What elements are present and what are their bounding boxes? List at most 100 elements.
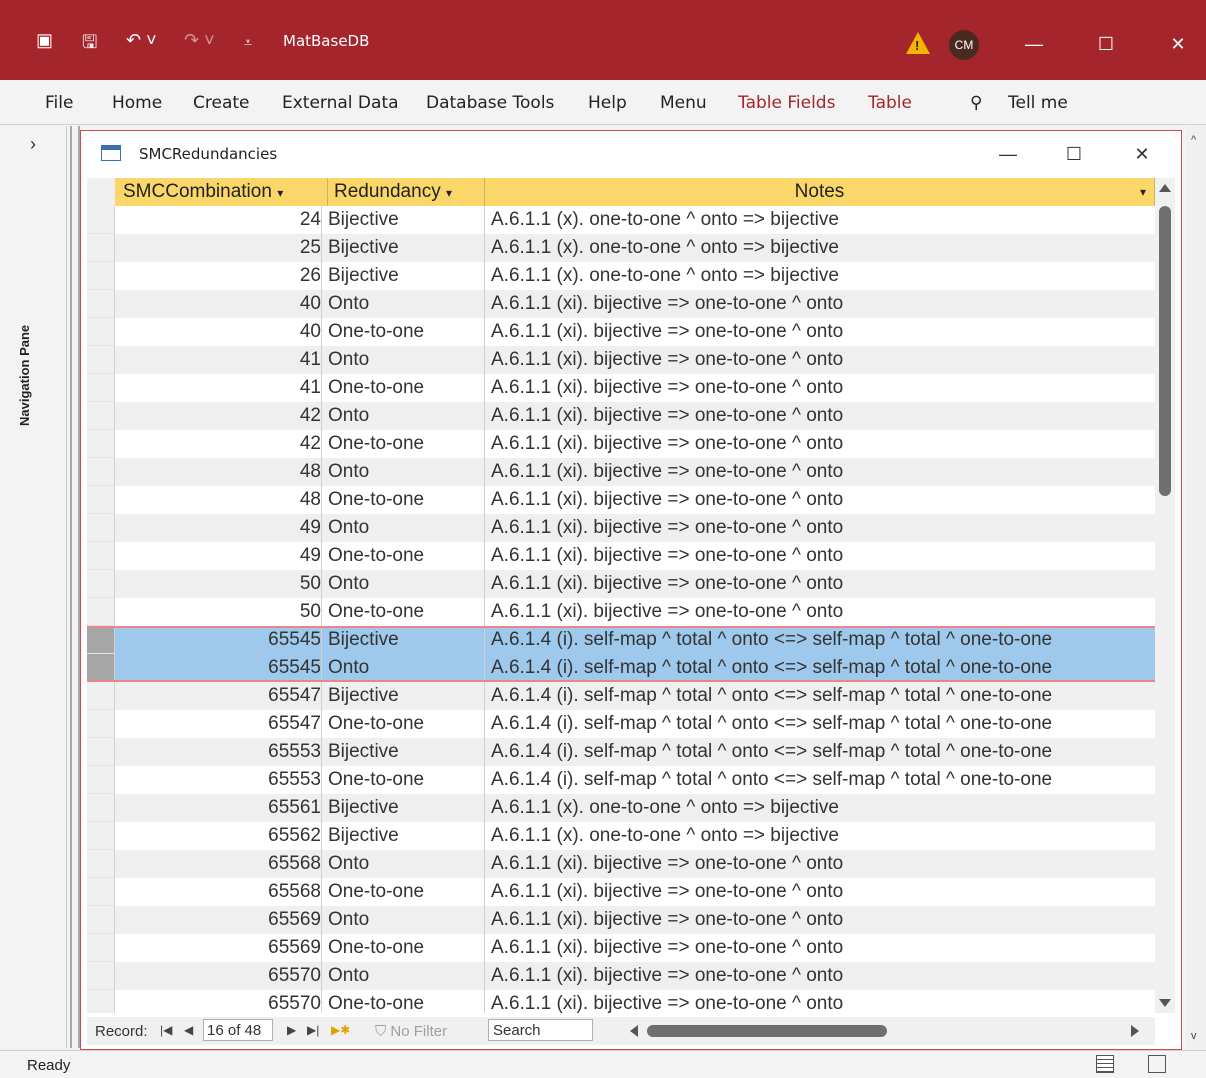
doc-minimize-button[interactable]: — — [993, 139, 1023, 169]
app-vertical-scrollbar[interactable]: ^ v — [1186, 126, 1206, 1048]
cell-smccombination[interactable]: 42 — [115, 402, 322, 430]
vertical-scrollbar[interactable] — [1155, 178, 1175, 1013]
table-row[interactable]: 65545 Bijective A.6.1.4 (i). self-map ^ to… — [87, 626, 1155, 654]
table-row[interactable]: 65568 One-to-one A.6.1.1 (xi). bijective =… — [87, 878, 1155, 906]
row-selector[interactable] — [87, 766, 115, 794]
table-row[interactable]: 65568 Onto A.6.1.1 (xi). bijective => one-… — [87, 850, 1155, 878]
table-row[interactable]: 41 Onto A.6.1.1 (xi). bijective => one-to-… — [87, 346, 1155, 374]
tab-menu[interactable]: Menu — [660, 93, 707, 113]
tab-database-tools[interactable]: Database Tools — [426, 93, 554, 113]
navigation-pane[interactable]: › Navigation Pane — [0, 126, 67, 1048]
table-row[interactable]: 49 One-to-one A.6.1.1 (xi). bijective => o… — [87, 542, 1155, 570]
cell-redundancy[interactable]: One-to-one — [328, 374, 485, 402]
cell-smccombination[interactable]: 50 — [115, 570, 322, 598]
tab-home[interactable]: Home — [112, 93, 162, 113]
cell-smccombination[interactable]: 41 — [115, 374, 322, 402]
tab-file[interactable]: File — [45, 93, 73, 113]
row-selector[interactable] — [87, 710, 115, 738]
row-selector[interactable] — [87, 206, 115, 234]
column-header-smccombination[interactable]: SMCCombination ▾ — [115, 178, 328, 206]
redo-icon[interactable]: ↷ ˅ — [184, 30, 215, 51]
cell-notes[interactable]: A.6.1.1 (x). one-to-one ^ onto => biject… — [485, 262, 1155, 290]
cell-redundancy[interactable]: Onto — [328, 654, 485, 682]
table-row[interactable]: 65569 One-to-one A.6.1.1 (xi). bijective =… — [87, 934, 1155, 962]
undo-icon[interactable]: ↶ ˅ — [126, 30, 157, 51]
tab-table[interactable]: Table — [868, 93, 912, 113]
select-all-corner[interactable] — [87, 178, 116, 206]
scroll-left-icon[interactable] — [630, 1025, 638, 1037]
table-row[interactable]: 65561 Bijective A.6.1.1 (x). one-to-one ^ … — [87, 794, 1155, 822]
table-row[interactable]: 65569 Onto A.6.1.1 (xi). bijective => one-… — [87, 906, 1155, 934]
cell-redundancy[interactable]: Onto — [328, 850, 485, 878]
datasheet-view-icon[interactable] — [1096, 1055, 1114, 1073]
cell-redundancy[interactable]: One-to-one — [328, 542, 485, 570]
table-row[interactable]: 65545 Onto A.6.1.4 (i). self-map ^ total ^… — [87, 654, 1155, 682]
row-selector[interactable] — [87, 990, 115, 1013]
horizontal-scroll-thumb[interactable] — [647, 1025, 887, 1037]
cell-notes[interactable]: A.6.1.1 (x). one-to-one ^ onto => biject… — [485, 822, 1155, 850]
row-selector[interactable] — [87, 794, 115, 822]
cell-notes[interactable]: A.6.1.1 (x). one-to-one ^ onto => biject… — [485, 206, 1155, 234]
search-icon[interactable]: ⚲ — [970, 93, 982, 113]
cell-smccombination[interactable]: 65547 — [115, 710, 322, 738]
row-selector[interactable] — [87, 822, 115, 850]
warning-icon[interactable]: ! — [906, 32, 930, 54]
cell-redundancy[interactable]: Bijective — [328, 682, 485, 710]
cell-notes[interactable]: A.6.1.1 (xi). bijective => one-to-one ^ … — [485, 906, 1155, 934]
row-selector[interactable] — [87, 402, 115, 430]
cell-smccombination[interactable]: 40 — [115, 318, 322, 346]
cell-smccombination[interactable]: 26 — [115, 262, 322, 290]
scroll-up-icon[interactable] — [1159, 184, 1171, 192]
doc-maximize-button[interactable]: ☐ — [1059, 139, 1089, 169]
chevron-right-icon[interactable]: › — [30, 134, 36, 155]
cell-notes[interactable]: A.6.1.4 (i). self-map ^ total ^ onto <=>… — [485, 682, 1155, 710]
search-field[interactable]: Search — [488, 1019, 593, 1041]
table-row[interactable]: 49 Onto A.6.1.1 (xi). bijective => one-to-… — [87, 514, 1155, 542]
cell-smccombination[interactable]: 65545 — [115, 626, 322, 654]
table-row[interactable]: 65547 Bijective A.6.1.4 (i). self-map ^ to… — [87, 682, 1155, 710]
row-selector[interactable] — [87, 346, 115, 374]
cell-redundancy[interactable]: One-to-one — [328, 710, 485, 738]
splitter[interactable] — [70, 126, 80, 1048]
cell-notes[interactable]: A.6.1.4 (i). self-map ^ total ^ onto <=>… — [485, 766, 1155, 794]
cell-redundancy[interactable]: Bijective — [328, 794, 485, 822]
cell-smccombination[interactable]: 65569 — [115, 934, 322, 962]
next-record-button[interactable]: ▶ — [287, 1023, 296, 1037]
cell-notes[interactable]: A.6.1.4 (i). self-map ^ total ^ onto <=>… — [485, 738, 1155, 766]
row-selector[interactable] — [87, 598, 115, 626]
cell-notes[interactable]: A.6.1.1 (xi). bijective => one-to-one ^ … — [485, 934, 1155, 962]
table-row[interactable]: 24 Bijective A.6.1.1 (x). one-to-one ^ ont… — [87, 206, 1155, 234]
cell-redundancy[interactable]: One-to-one — [328, 486, 485, 514]
row-selector[interactable] — [87, 682, 115, 710]
cell-notes[interactable]: A.6.1.1 (x). one-to-one ^ onto => biject… — [485, 794, 1155, 822]
cell-redundancy[interactable]: One-to-one — [328, 766, 485, 794]
maximize-button[interactable]: ☐ — [1084, 22, 1128, 66]
row-selector[interactable] — [87, 318, 115, 346]
table-row[interactable]: 48 One-to-one A.6.1.1 (xi). bijective => o… — [87, 486, 1155, 514]
chevron-down-icon[interactable]: v — [1191, 1030, 1197, 1042]
previous-record-button[interactable]: ◀ — [184, 1023, 193, 1037]
row-selector[interactable] — [87, 430, 115, 458]
navigation-pane-label[interactable]: Navigation Pane — [17, 325, 32, 426]
cell-notes[interactable]: A.6.1.4 (i). self-map ^ total ^ onto <=>… — [485, 710, 1155, 738]
row-selector[interactable] — [87, 934, 115, 962]
row-selector[interactable] — [87, 290, 115, 318]
scroll-down-icon[interactable] — [1159, 999, 1171, 1007]
minimize-button[interactable]: — — [1012, 22, 1056, 66]
tab-external-data[interactable]: External Data — [282, 93, 399, 113]
cell-notes[interactable]: A.6.1.1 (xi). bijective => one-to-one ^ … — [485, 990, 1155, 1013]
column-header-redundancy[interactable]: Redundancy ▾ — [328, 178, 485, 206]
cell-smccombination[interactable]: 65547 — [115, 682, 322, 710]
cell-notes[interactable]: A.6.1.1 (xi). bijective => one-to-one ^ … — [485, 290, 1155, 318]
row-selector[interactable] — [87, 514, 115, 542]
cell-smccombination[interactable]: 65568 — [115, 878, 322, 906]
new-record-button[interactable]: ▶✱ — [331, 1023, 350, 1037]
table-row[interactable]: 65562 Bijective A.6.1.1 (x). one-to-one ^ … — [87, 822, 1155, 850]
cell-notes[interactable]: A.6.1.1 (xi). bijective => one-to-one ^ … — [485, 458, 1155, 486]
cell-redundancy[interactable]: One-to-one — [328, 318, 485, 346]
cell-smccombination[interactable]: 65570 — [115, 962, 322, 990]
cell-smccombination[interactable]: 50 — [115, 598, 322, 626]
tab-create[interactable]: Create — [193, 93, 250, 113]
table-row[interactable]: 42 One-to-one A.6.1.1 (xi). bijective => o… — [87, 430, 1155, 458]
cell-notes[interactable]: A.6.1.1 (xi). bijective => one-to-one ^ … — [485, 486, 1155, 514]
